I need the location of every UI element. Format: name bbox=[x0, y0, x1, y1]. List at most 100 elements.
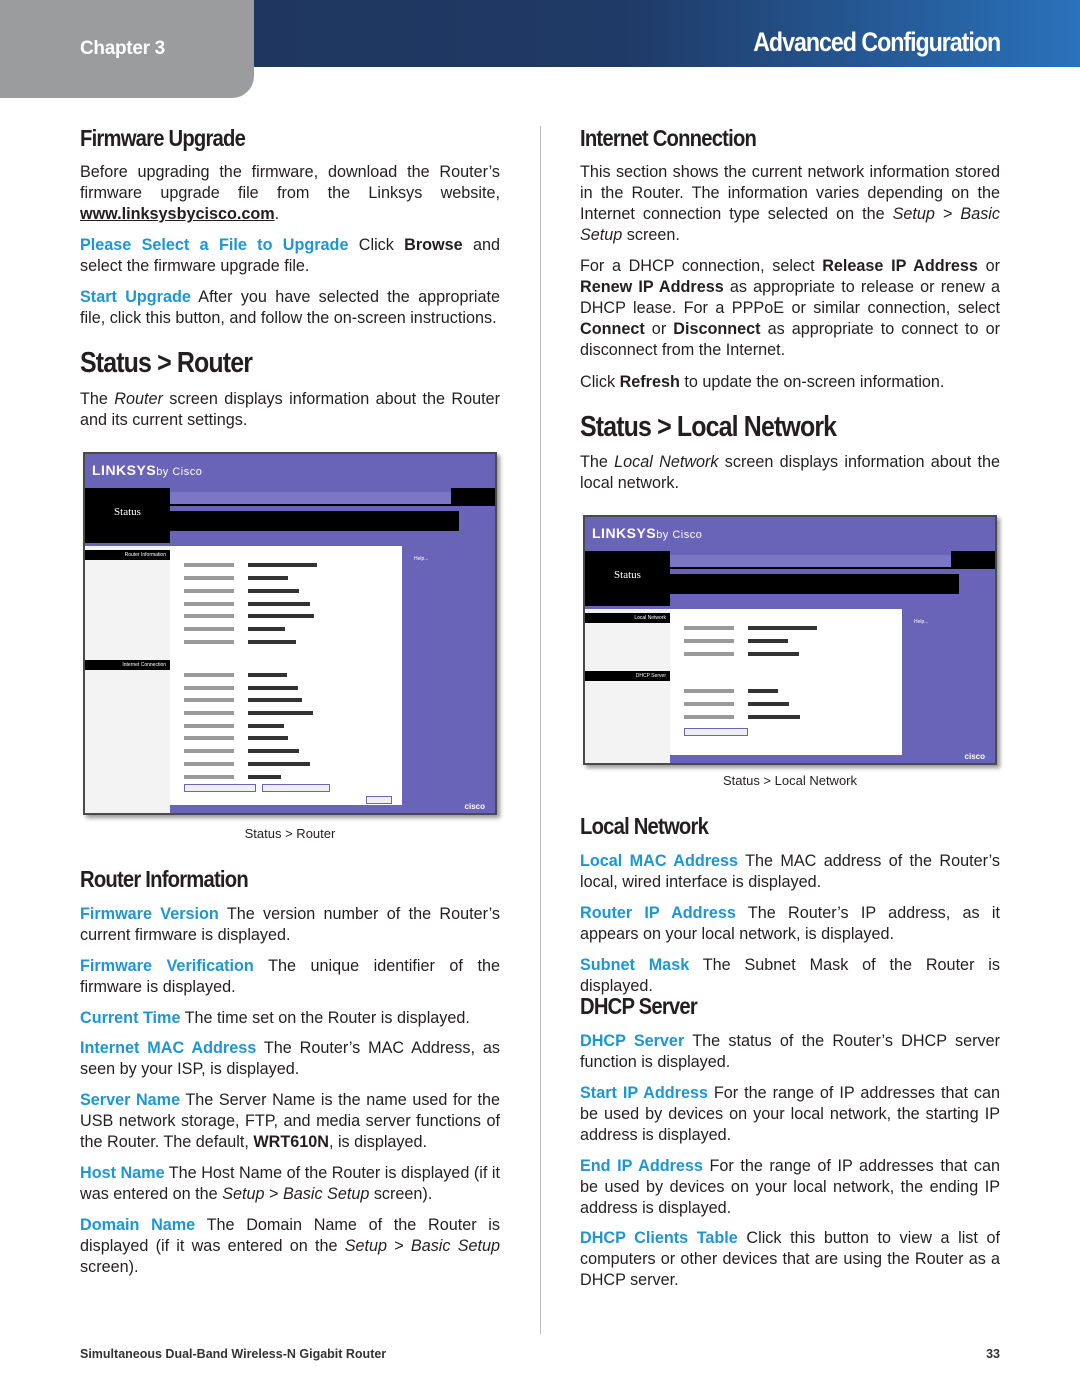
paragraph: Local MAC Address The MAC address of the… bbox=[580, 851, 1000, 893]
figure-caption: Status > Local Network bbox=[722, 773, 858, 788]
term-label: Firmware Version bbox=[80, 905, 219, 923]
column-divider bbox=[540, 126, 541, 1334]
text-run: The bbox=[80, 390, 115, 408]
side-label: Local Network bbox=[585, 613, 670, 623]
side-label: Router Information bbox=[85, 550, 170, 560]
paragraph: Subnet Mask The Subnet Mask of the Route… bbox=[580, 955, 1000, 997]
paragraph: Firmware Version The version number of t… bbox=[80, 904, 500, 946]
paragraph: Start Upgrade After you have selected th… bbox=[80, 287, 500, 329]
paragraph: The Router screen displays information a… bbox=[80, 389, 500, 431]
term-label: Server Name bbox=[80, 1091, 181, 1109]
text-run: Renew IP Address bbox=[580, 278, 724, 296]
heading-status-router: Status > Router bbox=[80, 347, 253, 379]
text-run: to update the on-screen information. bbox=[679, 373, 945, 391]
text-run: Click bbox=[348, 236, 405, 254]
screen-title: Status bbox=[614, 569, 641, 581]
term-label: End IP Address bbox=[580, 1157, 703, 1175]
term-label: DHCP Clients Table bbox=[580, 1229, 738, 1247]
figure-caption: Status > Router bbox=[244, 826, 336, 841]
term-label: DHCP Server bbox=[580, 1032, 685, 1050]
text-run: screen). bbox=[369, 1185, 433, 1203]
text-run: For a DHCP connection, select bbox=[580, 257, 823, 275]
text-run: Basic Setup bbox=[282, 1185, 370, 1203]
term-label: Start Upgrade bbox=[80, 288, 191, 306]
header-bar: Advanced Configuration bbox=[254, 0, 1080, 67]
screen-button bbox=[184, 784, 256, 792]
text-run: Setup bbox=[344, 1237, 387, 1255]
text-run: > bbox=[387, 1237, 411, 1255]
text-run: Refresh bbox=[619, 373, 680, 391]
paragraph: Domain Name The Domain Name of the Route… bbox=[80, 1215, 500, 1278]
side-label: Internet Connection bbox=[85, 660, 170, 670]
cisco-logo: cisco bbox=[964, 752, 985, 761]
term-label: Local MAC Address bbox=[580, 852, 739, 870]
paragraph: This section shows the current network i… bbox=[580, 162, 1000, 246]
term-label: Please Select a File to Upgrade bbox=[80, 236, 349, 254]
heading-dhcp-server: DHCP Server bbox=[580, 993, 698, 1019]
local-network-screenshot: LINKSYSby Cisco Status Local Network DHC… bbox=[583, 515, 997, 765]
text-run: or bbox=[644, 320, 674, 338]
router-screenshot: LINKSYSby Cisco Status Router Informatio… bbox=[83, 452, 497, 815]
text-run: Before upgrading the firmware, download … bbox=[80, 163, 500, 202]
heading-status-local-network: Status > Local Network bbox=[580, 411, 837, 443]
text-run: Setup bbox=[222, 1185, 265, 1203]
text-run: Router bbox=[114, 390, 163, 408]
paragraph: Please Select a File to Upgrade Click Br… bbox=[80, 235, 500, 277]
term-label: Subnet Mask bbox=[580, 956, 690, 974]
text-run: The bbox=[580, 453, 615, 471]
screen-button bbox=[366, 796, 392, 804]
paragraph: Router IP Address The Router’s IP addres… bbox=[580, 903, 1000, 945]
paragraph: The Local Network screen displays inform… bbox=[580, 452, 1000, 494]
chapter-label: Chapter 3 bbox=[80, 38, 165, 59]
term-label: Router IP Address bbox=[580, 904, 736, 922]
paragraph: Current Time The time set on the Router … bbox=[80, 1008, 500, 1029]
section-title: Advanced Configuration bbox=[753, 27, 1001, 57]
text-run: Disconnect bbox=[673, 320, 761, 338]
text-run: Click bbox=[580, 373, 620, 391]
text-run: screen. bbox=[622, 226, 680, 244]
term-label: Start IP Address bbox=[580, 1084, 708, 1102]
text-run: Connect bbox=[580, 320, 645, 338]
screen-title: Status bbox=[114, 506, 141, 518]
text-run: Basic Setup bbox=[410, 1237, 500, 1255]
text-run: Release IP Address bbox=[822, 257, 978, 275]
paragraph: Internet MAC Address The Router’s MAC Ad… bbox=[80, 1038, 500, 1080]
heading-internet-connection: Internet Connection bbox=[580, 125, 757, 151]
text-run: screen). bbox=[80, 1258, 139, 1276]
paragraph: For a DHCP connection, select Release IP… bbox=[580, 256, 1000, 361]
paragraph: Before upgrading the firmware, download … bbox=[80, 162, 500, 225]
paragraph: Click Refresh to update the on-screen in… bbox=[580, 372, 1000, 393]
side-label: DHCP Server bbox=[585, 671, 670, 681]
text-run: WRT610N bbox=[253, 1133, 329, 1151]
website-link[interactable]: www.linksysbycisco.com bbox=[80, 205, 275, 223]
paragraph: Firmware Verification The unique identif… bbox=[80, 956, 500, 998]
screen-button bbox=[262, 784, 330, 792]
heading-local-network: Local Network bbox=[580, 813, 709, 839]
term-label: Current Time bbox=[80, 1009, 181, 1027]
text-run: > bbox=[264, 1185, 283, 1203]
paragraph: Host Name The Host Name of the Router is… bbox=[80, 1163, 500, 1205]
paragraph: DHCP Server The status of the Router’s D… bbox=[580, 1031, 1000, 1073]
term-label: Host Name bbox=[80, 1164, 165, 1182]
paragraph: End IP Address For the range of IP addre… bbox=[580, 1156, 1000, 1219]
term-label: Firmware Verification bbox=[80, 957, 254, 975]
paragraph: DHCP Clients Table Click this button to … bbox=[580, 1228, 1000, 1291]
term-label: Internet MAC Address bbox=[80, 1039, 257, 1057]
text-run: Setup bbox=[892, 205, 935, 223]
page-number: 33 bbox=[986, 1347, 1000, 1361]
heading-router-information: Router Information bbox=[80, 866, 249, 892]
cisco-logo: cisco bbox=[464, 802, 485, 811]
text-run: , is displayed. bbox=[328, 1133, 428, 1151]
text-run: or bbox=[977, 257, 1000, 275]
paragraph: Start IP Address For the range of IP add… bbox=[580, 1083, 1000, 1146]
text-run: > bbox=[934, 205, 961, 223]
paragraph: Server Name The Server Name is the name … bbox=[80, 1090, 500, 1153]
heading-firmware-upgrade: Firmware Upgrade bbox=[80, 125, 246, 151]
linksys-logo: LINKSYSby Cisco bbox=[592, 525, 703, 541]
text-run: Browse bbox=[404, 236, 463, 254]
text-run: The time set on the Router is displayed. bbox=[180, 1009, 470, 1027]
footer-product: Simultaneous Dual-Band Wireless-N Gigabi… bbox=[80, 1347, 387, 1361]
screen-button bbox=[684, 728, 748, 736]
chapter-tab: Chapter 3 bbox=[0, 0, 254, 98]
text-run: Local Network bbox=[614, 453, 719, 471]
